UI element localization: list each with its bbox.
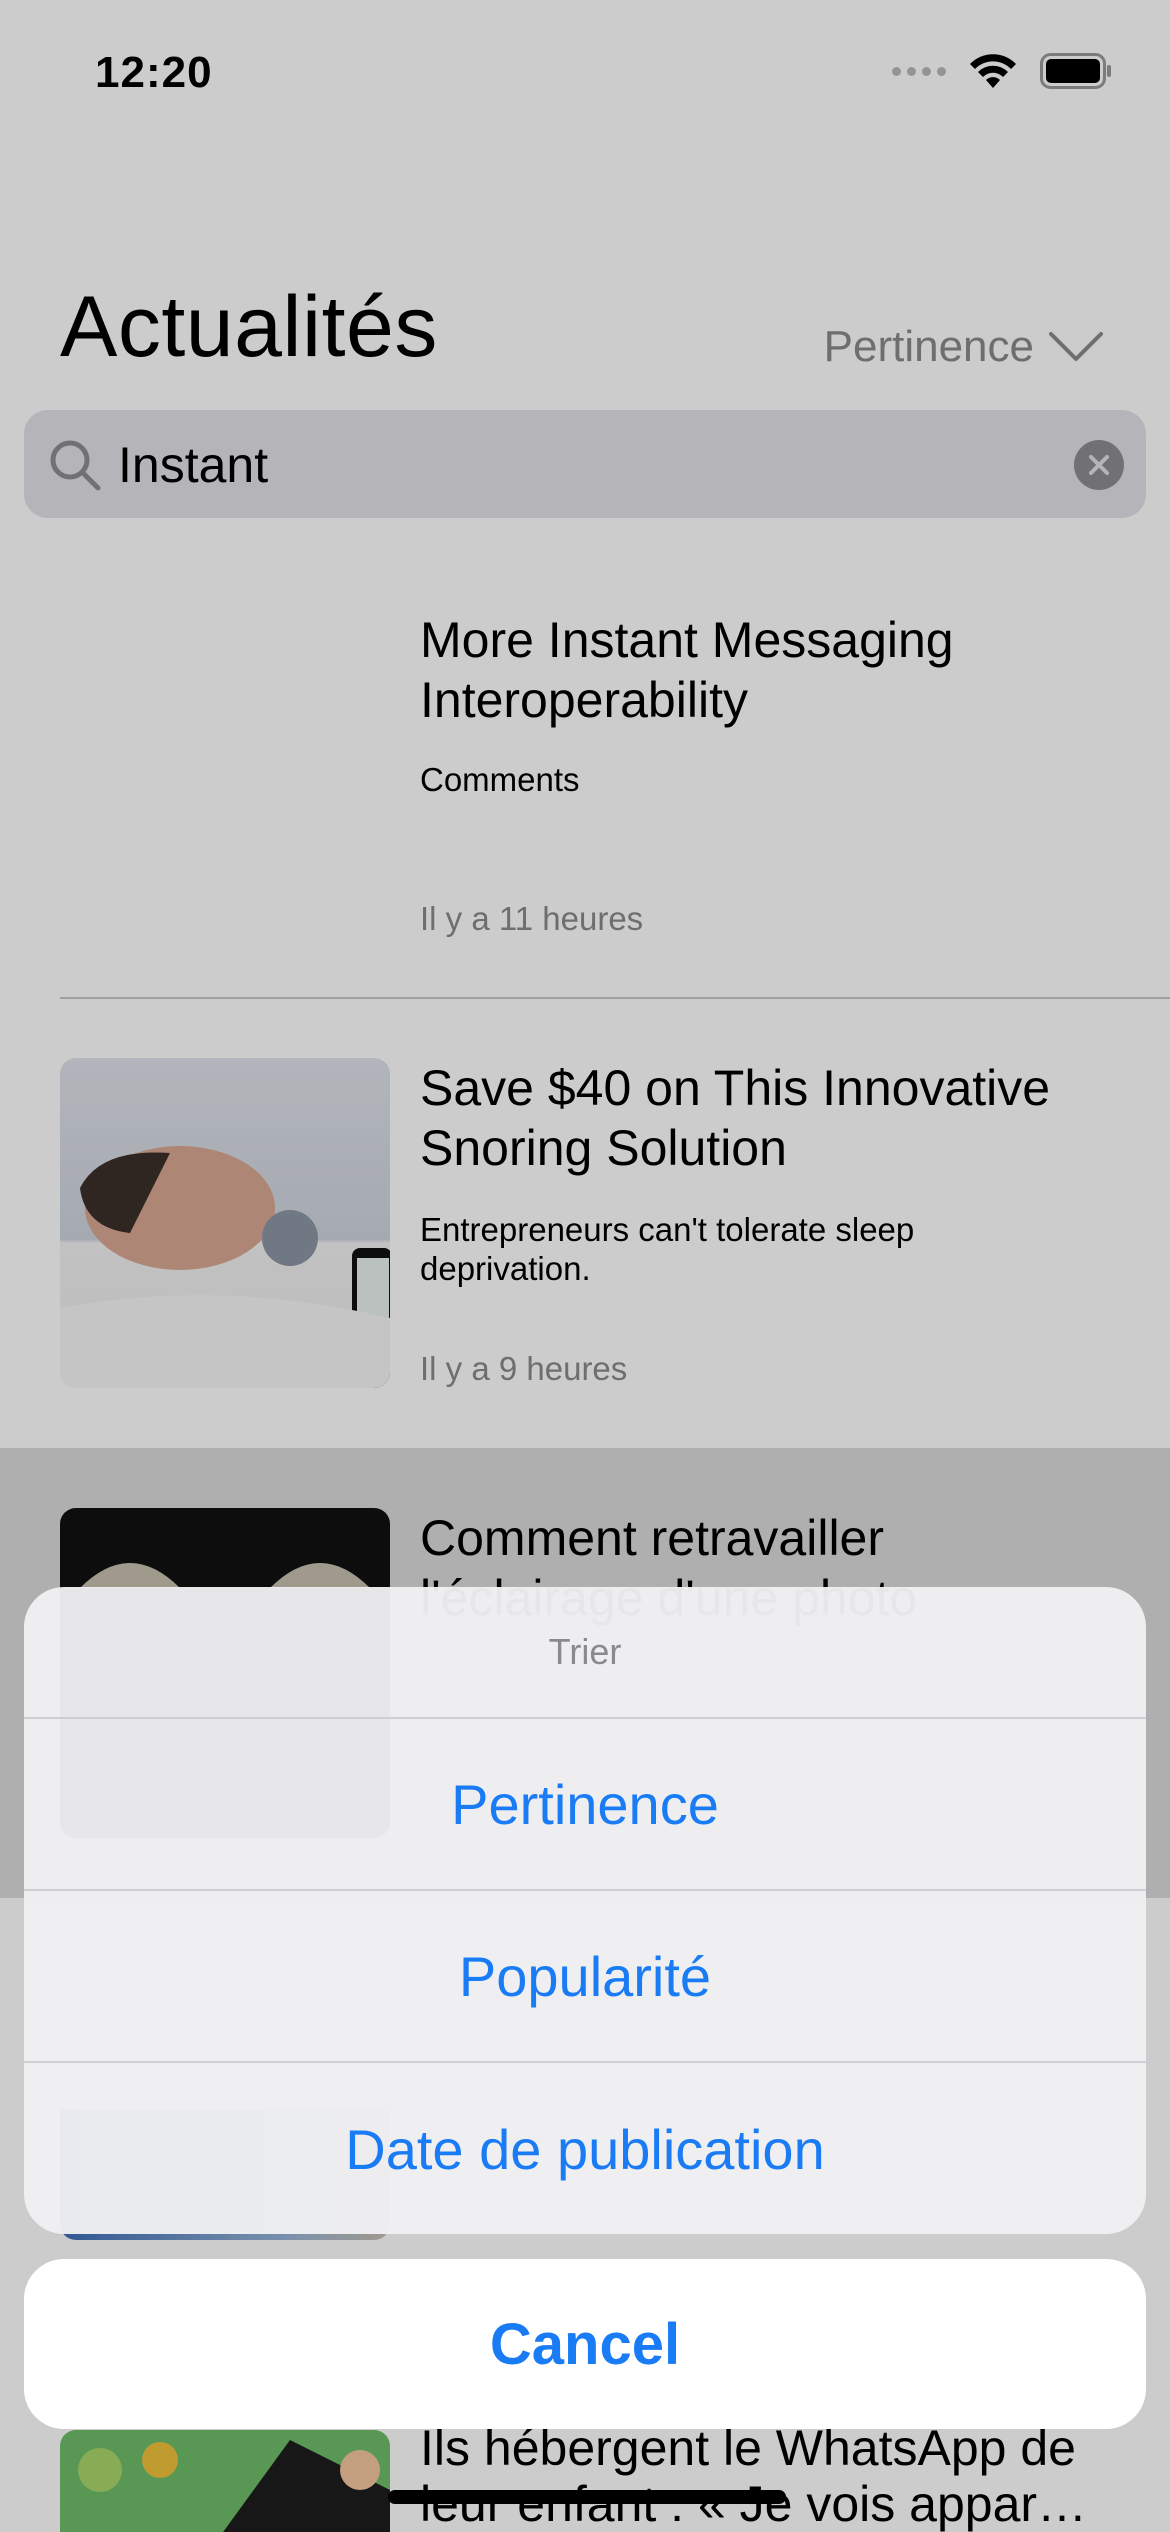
sort-option-pertinence[interactable]: Pertinence xyxy=(24,1719,1146,1891)
home-indicator[interactable] xyxy=(388,2490,786,2504)
action-sheet-title: Trier xyxy=(24,1587,1146,1719)
screen: 12:20 Actualités Pertinence Instant More… xyxy=(0,0,1170,2532)
sort-option-date[interactable]: Date de publication xyxy=(24,2063,1146,2234)
sort-action-sheet: Trier Pertinence Popularité Date de publ… xyxy=(24,1587,1146,2234)
sort-option-popularite[interactable]: Popularité xyxy=(24,1891,1146,2063)
cancel-button[interactable]: Cancel xyxy=(24,2259,1146,2429)
